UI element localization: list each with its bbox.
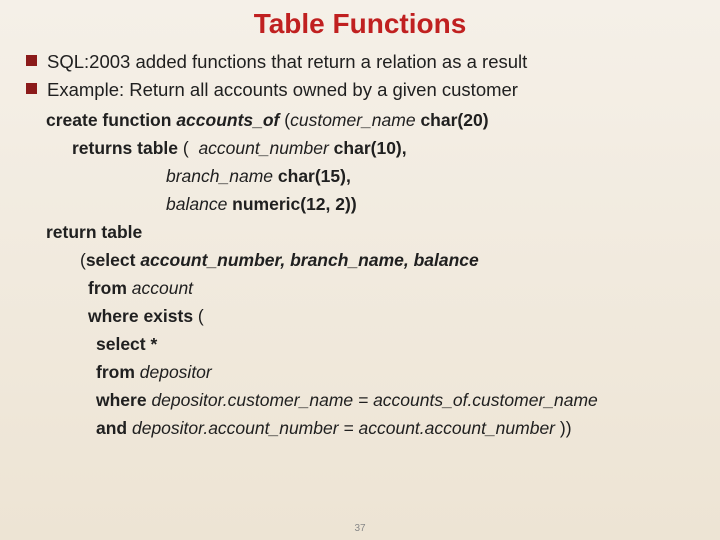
bullet-icon [26, 55, 37, 66]
code-line: branch_name char(15), [46, 162, 700, 190]
code-line: (select account_number, branch_name, bal… [46, 246, 700, 274]
slide-title: Table Functions [20, 8, 700, 40]
code-block: create function accounts_of (customer_na… [46, 106, 700, 442]
code-line: where depositor.customer_name = accounts… [46, 386, 700, 414]
code-line: returns table ( account_number char(10), [46, 134, 700, 162]
bullet-icon [26, 83, 37, 94]
bullet-text: Example: Return all accounts owned by a … [47, 78, 518, 102]
code-line: from account [46, 274, 700, 302]
code-line: where exists ( [46, 302, 700, 330]
code-line: and depositor.account_number = account.a… [46, 414, 700, 442]
code-line: select * [46, 330, 700, 358]
bullet-item: SQL:2003 added functions that return a r… [26, 50, 700, 74]
bullet-text: SQL:2003 added functions that return a r… [47, 50, 527, 74]
code-line: balance numeric(12, 2)) [46, 190, 700, 218]
code-line: create function accounts_of (customer_na… [46, 106, 700, 134]
bullet-item: Example: Return all accounts owned by a … [26, 78, 700, 102]
code-line: from depositor [46, 358, 700, 386]
code-line: return table [46, 218, 700, 246]
slide-number: 37 [354, 523, 365, 534]
